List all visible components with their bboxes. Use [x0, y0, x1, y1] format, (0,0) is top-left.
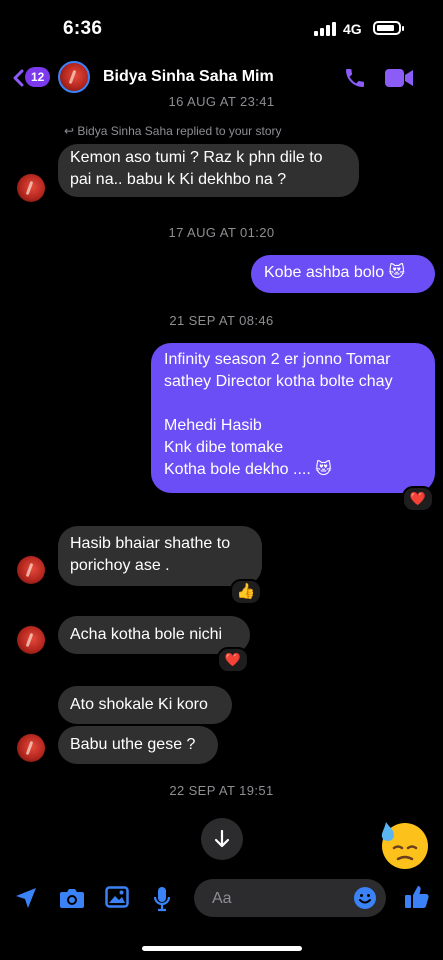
message-incoming[interactable]: Kemon aso tumi ? Raz k phn dile to pai n…: [58, 144, 359, 197]
message-incoming[interactable]: Ato shokale Ki koro: [58, 686, 232, 724]
image-icon[interactable]: [105, 886, 129, 908]
home-indicator: [142, 946, 302, 951]
message-input[interactable]: [210, 887, 344, 911]
sender-avatar[interactable]: [17, 734, 45, 762]
reaction-thumbs-up[interactable]: 👍: [230, 579, 262, 605]
composer-bar: [0, 876, 443, 922]
date-separator: 17 AUG AT 01:20: [168, 225, 275, 240]
date-separator: 16 AUG AT 23:41: [168, 94, 275, 109]
battery-icon: [373, 21, 404, 35]
smiley-icon[interactable]: [353, 886, 377, 910]
send-location-icon[interactable]: [14, 886, 38, 910]
contact-name[interactable]: Bidya Sinha Saha Mim: [103, 68, 274, 86]
signal-icon: [314, 22, 336, 36]
message-text: sathey Director kotha bolte chay: [164, 373, 393, 390]
reply-note: ↩ Bidya Sinha Saha replied to your story: [64, 124, 282, 138]
message-text: Acha kotha bole nichi: [70, 626, 223, 643]
message-text: Babu uthe gese ?: [70, 736, 196, 753]
message-outgoing[interactable]: Kobe ashba bolo 😻: [251, 255, 435, 293]
sender-avatar[interactable]: [17, 174, 45, 202]
reaction-heart[interactable]: ❤️: [217, 647, 249, 673]
message-incoming[interactable]: Hasib bhaiar shathe to porichoy ase .: [58, 526, 262, 586]
thumbs-up-icon[interactable]: [404, 884, 430, 910]
arrow-down-icon: [214, 829, 230, 848]
message-incoming[interactable]: Babu uthe gese ?: [58, 726, 218, 764]
message-text: Infinity season 2 er jonno Tomar: [164, 351, 391, 368]
reply-arrow-icon: ↩: [64, 124, 78, 138]
message-input-wrapper[interactable]: [194, 879, 386, 917]
status-bar: 6:36 4G: [0, 0, 443, 60]
video-camera-icon[interactable]: [384, 68, 414, 88]
network-label: 4G: [343, 21, 362, 37]
sender-avatar[interactable]: [17, 626, 45, 654]
microphone-icon[interactable]: [153, 886, 171, 912]
sweat-emoji-icon: [381, 822, 428, 869]
camera-icon[interactable]: [59, 886, 85, 910]
chevron-left-icon: [13, 69, 24, 87]
reply-note-text: Bidya Sinha Saha replied to your story: [77, 124, 282, 138]
date-separator: 21 SEP AT 08:46: [169, 313, 274, 328]
message-text: pai na.. babu k Ki dekhbo na ?: [70, 171, 287, 188]
message-text: Mehedi Hasib: [164, 417, 262, 434]
message-text: Hasib bhaiar shathe to: [70, 535, 231, 552]
reaction-heart[interactable]: ❤️: [402, 486, 434, 512]
phone-icon[interactable]: [343, 66, 367, 90]
scroll-down-button[interactable]: [201, 818, 243, 860]
status-time: 6:36: [63, 18, 103, 39]
message-text: Kemon aso tumi ? Raz k phn dile to: [70, 149, 323, 166]
date-separator: 22 SEP AT 19:51: [169, 783, 274, 798]
contact-avatar[interactable]: [58, 61, 90, 93]
message-text: Ato shokale Ki koro: [70, 696, 208, 713]
message-text: Kobe ashba bolo 😻: [264, 264, 406, 281]
sender-avatar[interactable]: [17, 556, 45, 584]
message-outgoing[interactable]: Infinity season 2 er jonno Tomar sathey …: [151, 343, 435, 493]
message-text: porichoy ase .: [70, 557, 170, 574]
message-text: Kotha bole dekho .... 😻: [164, 461, 332, 478]
back-button[interactable]: 12: [12, 67, 52, 89]
unread-badge: 12: [25, 67, 51, 87]
message-text: Knk dibe tomake: [164, 439, 284, 456]
